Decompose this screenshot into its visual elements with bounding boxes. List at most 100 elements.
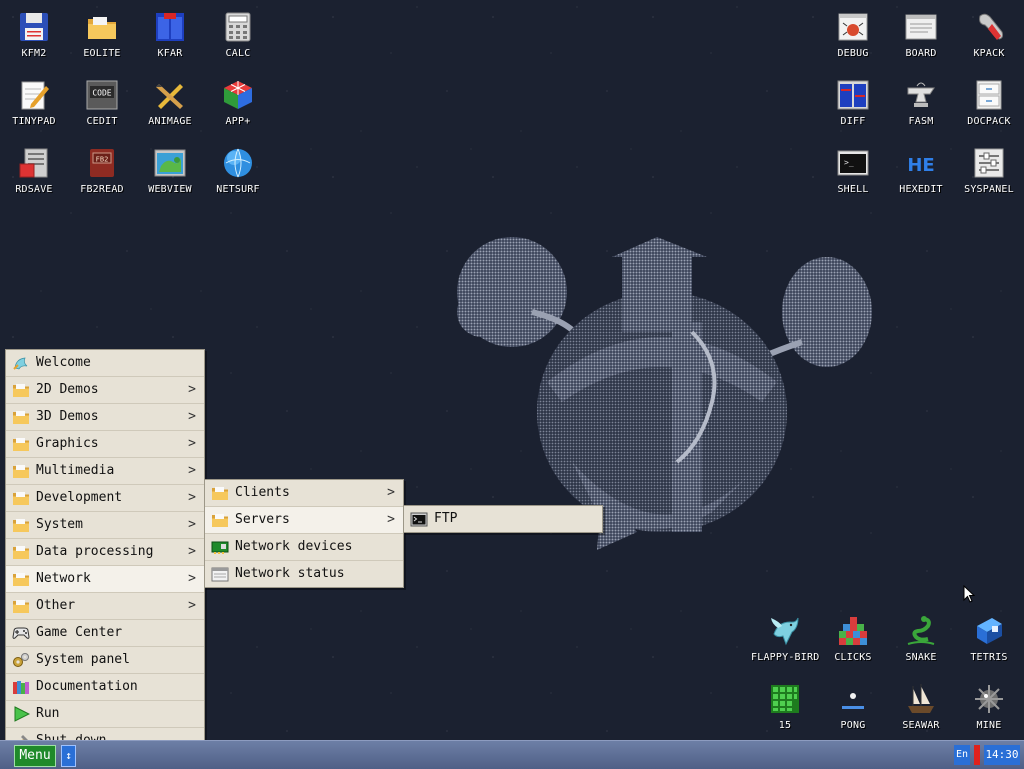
menu-item-network-status[interactable]: Network status: [205, 560, 403, 587]
terminal-icon: >_: [836, 146, 870, 180]
menu-item-system[interactable]: System >: [6, 511, 204, 538]
chevron-right-icon: >: [188, 517, 196, 532]
desktop-icon-diff[interactable]: DIFF: [819, 70, 887, 134]
desktop-icon-hexedit[interactable]: HE HEXEDIT: [887, 138, 955, 202]
menu-item-shut-down[interactable]: Shut down: [6, 727, 204, 740]
snake-icon: [904, 614, 938, 648]
left-tree-canopy: [457, 237, 585, 347]
desktop-icon-app-plus[interactable]: APP+: [204, 70, 272, 134]
menu-item-servers[interactable]: Servers >: [205, 506, 403, 533]
menu-item-label: Other: [36, 598, 76, 613]
desktop-icon-mine[interactable]: MINE: [955, 674, 1023, 738]
desktop-icon-label: CEDIT: [86, 116, 118, 127]
desktop-icon-flappy-bird[interactable]: FLAPPY-BIRD: [751, 606, 819, 670]
desktop-icon-tetris[interactable]: TETRIS: [955, 606, 1023, 670]
mouse-cursor-icon: [963, 585, 975, 603]
menu-item-documentation[interactable]: Documentation: [6, 673, 204, 700]
desktop-icon-board[interactable]: BOARD: [887, 2, 955, 66]
desktop-icon-label: MINE: [976, 720, 1002, 731]
desktop-icon-cedit[interactable]: CODE CEDIT: [68, 70, 136, 134]
book-icon: FB2: [85, 146, 119, 180]
anvil-icon: [904, 78, 938, 112]
keyboard-layout-indicator[interactable]: En: [954, 745, 970, 765]
desktop-icon-clicks[interactable]: CLICKS: [819, 606, 887, 670]
svg-text:CODE: CODE: [92, 89, 111, 98]
sliders-icon: [972, 146, 1006, 180]
desktop-icon-fifteen[interactable]: 15: [751, 674, 819, 738]
menu-item-development[interactable]: Development >: [6, 484, 204, 511]
window-switch-button[interactable]: ↕: [61, 745, 76, 767]
desktop-icon-label: SYSPANEL: [964, 184, 1014, 195]
floppy-icon: [17, 10, 51, 44]
folder-icon: [12, 490, 30, 506]
menu-item-other[interactable]: Other >: [6, 592, 204, 619]
menu-item-multimedia[interactable]: Multimedia >: [6, 457, 204, 484]
cube-icon: [221, 78, 255, 112]
chevron-right-icon: >: [387, 485, 395, 500]
desktop-icon-eolite[interactable]: EOLITE: [68, 2, 136, 66]
desktop-icon-syspanel[interactable]: SYSPANEL: [955, 138, 1023, 202]
desktop-icon-webview[interactable]: WEBVIEW: [136, 138, 204, 202]
chevron-right-icon: >: [188, 571, 196, 586]
desktop-icon-animage[interactable]: ANIMAGE: [136, 70, 204, 134]
menu-item-welcome[interactable]: Welcome: [6, 350, 204, 376]
folder-icon: [12, 598, 30, 614]
menu-item-3d-demos[interactable]: 3D Demos >: [6, 403, 204, 430]
desktop-icon-kfar[interactable]: KFAR: [136, 2, 204, 66]
bug-icon: [836, 10, 870, 44]
diff-icon: [836, 78, 870, 112]
desktop-icon-pong[interactable]: PONG: [819, 674, 887, 738]
terminal-icon: [410, 511, 428, 527]
chevron-right-icon: >: [387, 512, 395, 527]
menu-item-2d-demos[interactable]: 2D Demos >: [6, 376, 204, 403]
menu-item-label: FTP: [434, 511, 458, 526]
desktop-icon-seawar[interactable]: SEAWAR: [887, 674, 955, 738]
desktop-icon-snake[interactable]: SNAKE: [887, 606, 955, 670]
desktop-icon-calc[interactable]: CALC: [204, 2, 272, 66]
menu-item-label: Network status: [235, 566, 345, 581]
desktop-icon-netsurf[interactable]: NETSURF: [204, 138, 272, 202]
desktop-icon-debug[interactable]: DEBUG: [819, 2, 887, 66]
menu-item-network-devices[interactable]: Network devices: [205, 533, 403, 560]
desktop-icon-fasm[interactable]: FASM: [887, 70, 955, 134]
desktop-icon-fb2read[interactable]: FB2 FB2READ: [68, 138, 136, 202]
desktop-icon-label: FASM: [908, 116, 934, 127]
desktop-icon-label: WEBVIEW: [148, 184, 192, 195]
menu-item-run[interactable]: Run: [6, 700, 204, 727]
desktop-icon-kfm2[interactable]: KFM2: [0, 2, 68, 66]
desktop-icon-docpack[interactable]: DOCPACK: [955, 70, 1023, 134]
menu-item-label: Game Center: [36, 625, 123, 640]
menu-item-label: 2D Demos: [36, 382, 99, 397]
menu-item-ftp[interactable]: FTP: [404, 506, 602, 532]
desktop-icon-label: KPACK: [973, 48, 1005, 59]
menu-item-network[interactable]: Network >: [6, 565, 204, 592]
ship-icon: [904, 682, 938, 716]
clock[interactable]: 14:30: [984, 745, 1020, 765]
menu-item-game-center[interactable]: Game Center: [6, 619, 204, 646]
desktop-icon-kpack[interactable]: KPACK: [955, 2, 1023, 66]
menu-item-data-processing[interactable]: Data processing >: [6, 538, 204, 565]
network-submenu: Clients > Servers > Network devices Network s…: [204, 479, 404, 588]
blocks-icon: [836, 614, 870, 648]
ramdisk-save-icon: [17, 146, 51, 180]
menu-item-label: Network: [36, 571, 91, 586]
folder-icon: [12, 436, 30, 452]
desktop-icon-label: SHELL: [837, 184, 869, 195]
bird-icon: [768, 614, 802, 648]
menu-item-system-panel[interactable]: System panel: [6, 646, 204, 673]
desktop-icon-label: APP+: [225, 116, 251, 127]
desktop-icon-shell[interactable]: >_ SHELL: [819, 138, 887, 202]
menu-item-clients[interactable]: Clients >: [205, 480, 403, 506]
menu-item-label: Data processing: [36, 544, 154, 559]
menu-button[interactable]: Menu: [14, 745, 56, 767]
chevron-right-icon: >: [188, 409, 196, 424]
status-window-icon: [211, 566, 229, 582]
menu-item-label: Servers: [235, 512, 290, 527]
menu-item-graphics[interactable]: Graphics >: [6, 430, 204, 457]
grid-puzzle-icon: [768, 682, 802, 716]
desktop-icon-label: DIFF: [840, 116, 866, 127]
desktop-icon-tinypad[interactable]: TINYPAD: [0, 70, 68, 134]
menu-item-label: System: [36, 517, 83, 532]
desktop-icon-rdsave[interactable]: RDSAVE: [0, 138, 68, 202]
right-tree-canopy: [750, 257, 872, 367]
